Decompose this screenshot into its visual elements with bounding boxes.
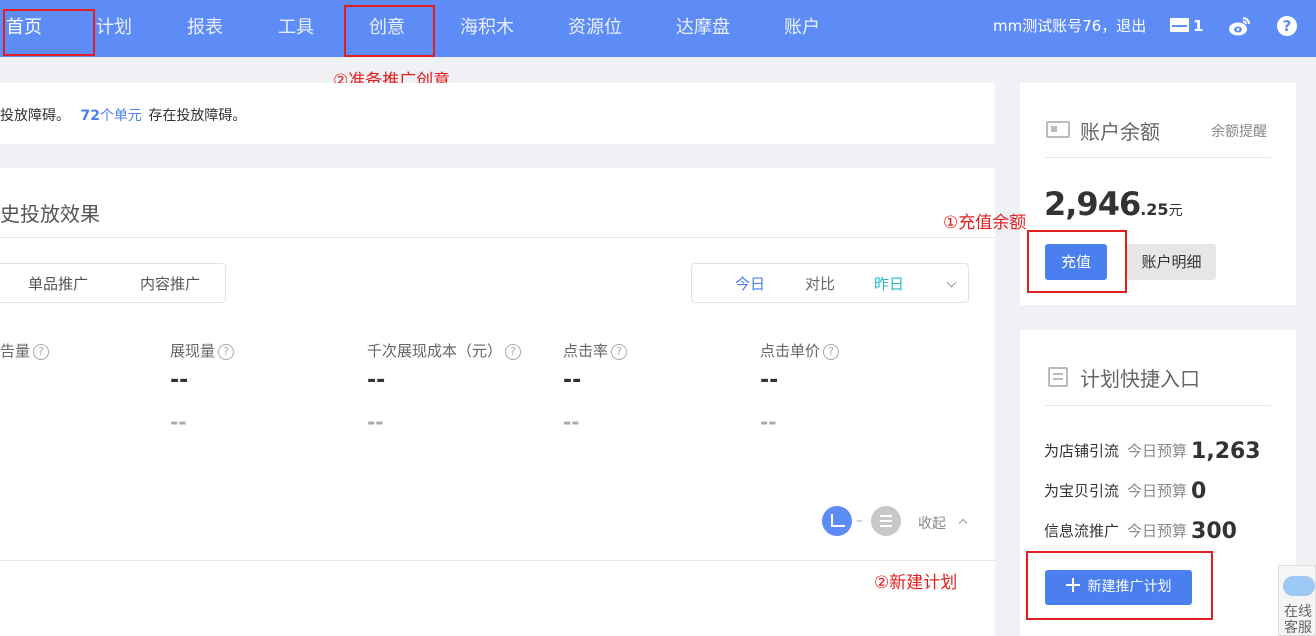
document-icon (1048, 367, 1068, 387)
metric-label-text: 告量 (0, 342, 31, 360)
balance-title: 账户余额 (1080, 120, 1160, 144)
performance-card: 史投放效果 单品推广 内容推广 今日 对比 昨日 告量? 展现量? 千次展现成本… (0, 168, 995, 636)
collapse-button[interactable]: 收起 (918, 513, 946, 533)
question-icon[interactable]: ? (218, 344, 235, 360)
quick-row-label: 信息流推广 (1044, 522, 1120, 540)
quick-row-item[interactable]: 为宝贝引流 今日预算 0 (1044, 479, 1206, 504)
metric-label-text: 点击率 (563, 342, 609, 360)
balance-amount-int: 2,946 (1044, 185, 1141, 223)
notice-text: 投放障碍。 72个单元 存在投放障碍。 (0, 105, 246, 125)
budget-value: 0 (1191, 479, 1207, 504)
budget-label: 今日预算 (1127, 482, 1188, 500)
day-yesterday[interactable]: 昨日 (874, 273, 904, 294)
nav-item-haijimu[interactable]: 海积木 (460, 0, 514, 57)
account-logout-link[interactable]: mm测试账号76，退出 (993, 0, 1146, 57)
nav-item-tools[interactable]: 工具 (278, 0, 314, 57)
budget-value: 1,263 (1191, 439, 1261, 464)
list-view-icon[interactable] (871, 506, 901, 536)
help-icon[interactable]: ? (1277, 16, 1297, 36)
highlight-box-creative (344, 5, 435, 57)
notice-prefix: 投放障碍。 (0, 108, 70, 124)
budget-label: 今日预算 (1127, 442, 1188, 460)
metric-compare-value: -- (170, 410, 187, 434)
question-icon[interactable]: ? (611, 344, 628, 360)
performance-title: 史投放效果 (0, 202, 100, 226)
metric-label-text: 千次展现成本（元） (367, 342, 503, 360)
annotation-new-plan: ②新建计划 (874, 573, 958, 593)
divider (0, 237, 995, 238)
notice-unit-link[interactable]: 个单元 (100, 108, 142, 124)
weibo-icon[interactable] (1228, 15, 1252, 37)
balance-remind-link[interactable]: 余额提醒 (1211, 121, 1267, 141)
quick-row-label: 为宝贝引流 (1044, 482, 1120, 500)
cloud-icon (1283, 576, 1315, 596)
annotation-recharge: ①充值余额 (943, 213, 1027, 233)
highlight-box-new-plan (1026, 551, 1213, 620)
online-service-label: 在线客服 (1284, 604, 1312, 636)
question-icon[interactable]: ? (505, 344, 522, 360)
quick-row-label: 为店铺引流 (1044, 442, 1120, 460)
day-compare[interactable]: 对比 (805, 273, 835, 294)
budget-value: 300 (1191, 519, 1237, 544)
question-icon[interactable]: ? (33, 344, 50, 360)
mail-count-badge[interactable]: 1 (1193, 0, 1203, 52)
day-today[interactable]: 今日 (735, 273, 765, 294)
metric-compare-value: -- (367, 410, 384, 434)
divider (1045, 157, 1271, 158)
tab-single-product[interactable]: 单品推广 (28, 273, 88, 294)
chart-view-icon[interactable] (822, 506, 852, 536)
question-icon[interactable]: ? (823, 344, 840, 360)
balance-amount: 2,946.25元 (1044, 185, 1183, 223)
metric-label: 展现量? (170, 340, 235, 361)
view-separator: – (856, 513, 863, 529)
metric-value: -- (170, 368, 189, 393)
id-card-icon (1046, 121, 1070, 138)
metric-value: -- (563, 368, 582, 393)
quick-row-feed[interactable]: 信息流推广 今日预算 300 (1044, 519, 1237, 544)
metric-label-text: 点击单价 (760, 342, 821, 360)
metric-label: 千次展现成本（元）? (367, 340, 522, 361)
metric-label: 点击单价? (760, 340, 840, 361)
balance-unit: 元 (1168, 203, 1183, 219)
top-nav-bar: 首页 计划 报表 工具 创意 海积木 资源位 达摩盘 账户 mm测试账号76，退… (0, 0, 1316, 57)
notice-unit-count[interactable]: 72 (80, 108, 99, 124)
account-detail-button[interactable]: 账户明细 (1127, 244, 1216, 280)
metric-label-text: 展现量 (170, 342, 216, 360)
nav-item-report[interactable]: 报表 (187, 0, 223, 57)
nav-item-plan[interactable]: 计划 (96, 0, 132, 57)
divider (1045, 405, 1271, 406)
nav-item-resource-slot[interactable]: 资源位 (568, 0, 622, 57)
notice-card: 投放障碍。 72个单元 存在投放障碍。 (0, 83, 995, 144)
mail-icon[interactable] (1170, 18, 1189, 32)
tab-content-promo[interactable]: 内容推广 (140, 273, 200, 294)
highlight-box-home (3, 9, 95, 56)
nav-item-damopan[interactable]: 达摩盘 (676, 0, 730, 57)
metric-compare-value: -- (760, 410, 777, 434)
online-service-widget[interactable]: 在线客服 (1278, 565, 1316, 636)
metric-value: -- (367, 368, 386, 393)
chevron-up-icon[interactable] (958, 518, 968, 528)
metric-value: -- (760, 368, 779, 393)
budget-label: 今日预算 (1127, 522, 1188, 540)
notice-suffix: 存在投放障碍。 (148, 108, 247, 124)
metric-label: 点击率? (563, 340, 628, 361)
metric-compare-value: -- (563, 410, 580, 434)
quick-entry-title: 计划快捷入口 (1080, 367, 1200, 391)
divider (0, 560, 995, 561)
nav-item-account[interactable]: 账户 (784, 0, 820, 57)
metric-label: 告量? (0, 340, 50, 361)
balance-amount-dec: .25 (1140, 200, 1169, 219)
highlight-box-recharge (1027, 230, 1127, 293)
quick-row-shop[interactable]: 为店铺引流 今日预算 1,263 (1044, 439, 1261, 464)
